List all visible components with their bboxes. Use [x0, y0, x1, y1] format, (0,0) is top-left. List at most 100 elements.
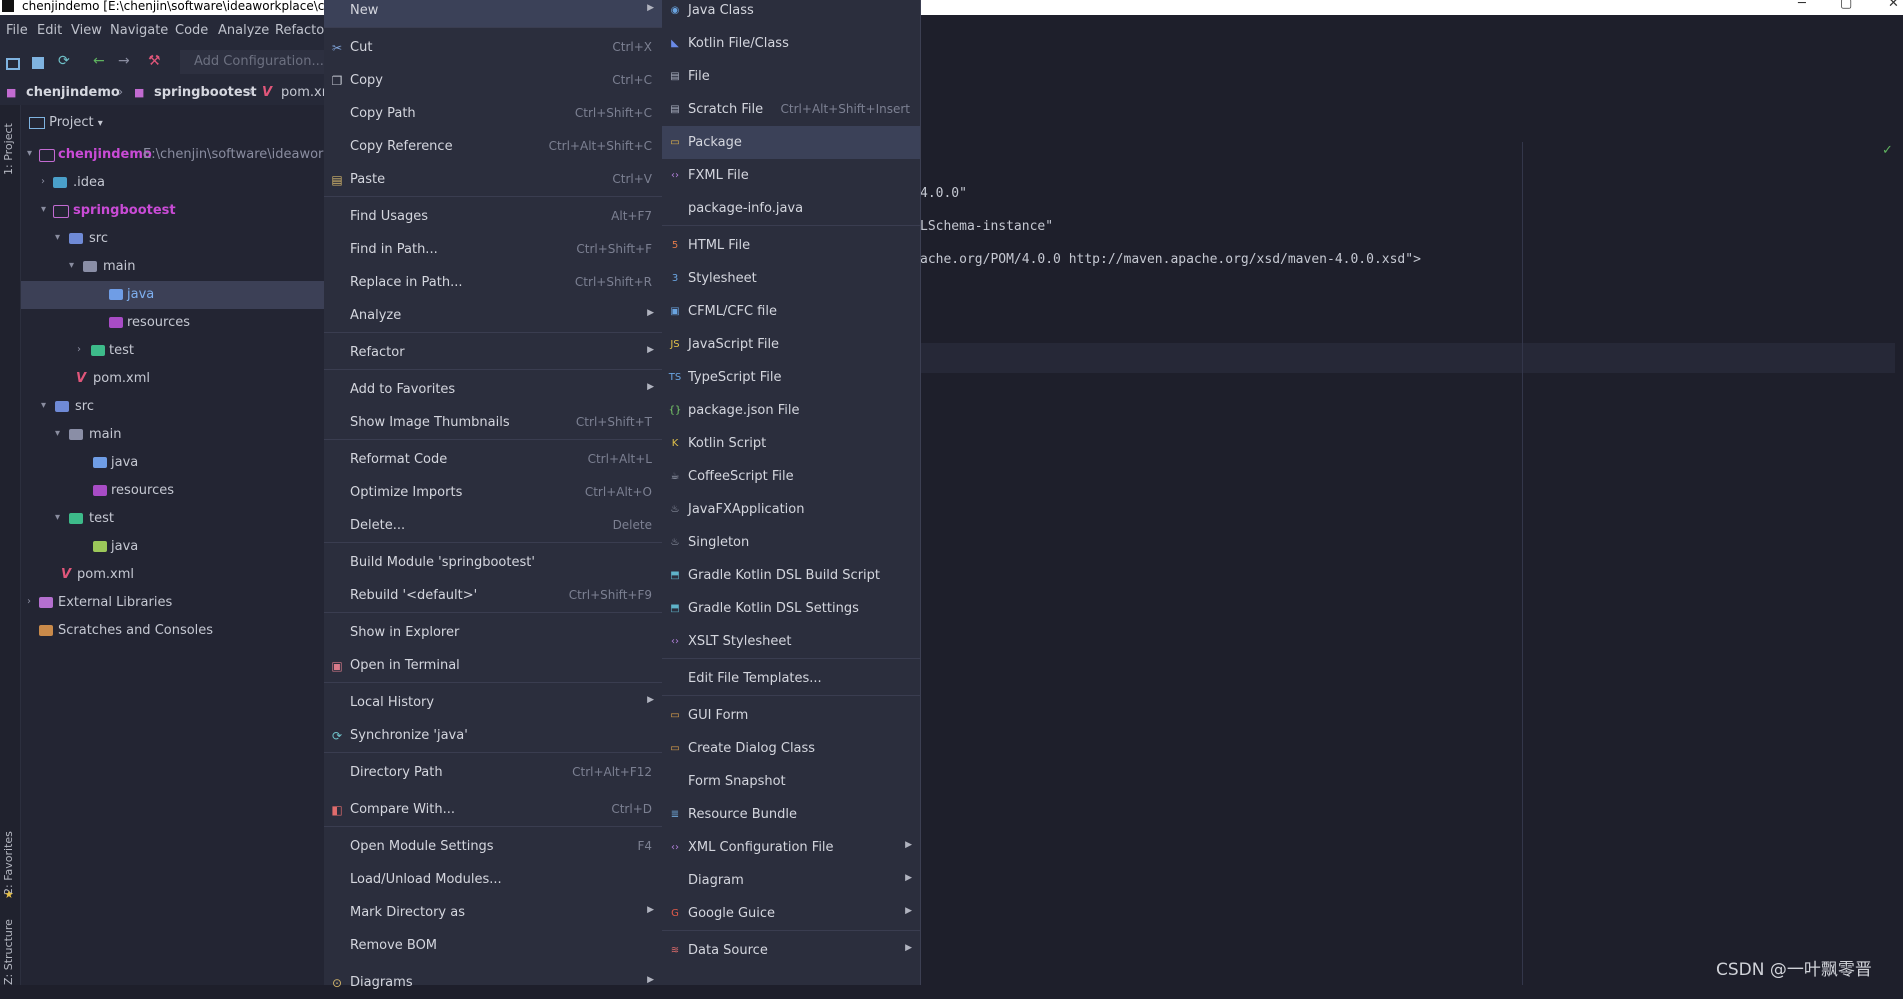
tree-node-test[interactable]: ▾ test [21, 505, 341, 533]
context-menu-item[interactable]: ▤ Paste Ctrl+V [324, 163, 662, 196]
new-submenu-item[interactable]: {} package.json File [662, 394, 920, 427]
new-submenu-item[interactable]: ▭ GUI Form [662, 699, 920, 732]
tree-node-pom[interactable]: V pom.xml [21, 561, 341, 589]
context-menu-item[interactable]: Rebuild '<default>' Ctrl+Shift+F9 [324, 579, 662, 612]
tree-node-java[interactable]: java [21, 533, 341, 561]
menu-file[interactable]: File [6, 23, 28, 38]
context-menu-item[interactable]: Remove BOM [324, 929, 662, 962]
context-menu-item[interactable]: Open Module Settings F4 [324, 830, 662, 863]
context-menu-item[interactable]: Directory Path Ctrl+Alt+F12 [324, 756, 662, 789]
tree-node-resources[interactable]: resources [21, 309, 341, 337]
new-submenu-item[interactable]: Edit File Templates... [662, 662, 920, 695]
project-tool-tab[interactable]: 1: Project [2, 123, 15, 175]
tree-node-java[interactable]: java [21, 449, 341, 477]
new-submenu-item[interactable]: package-info.java [662, 192, 920, 225]
tree-node-idea[interactable]: › .idea [21, 169, 341, 197]
forward-icon[interactable]: → [118, 53, 132, 69]
context-menu-item[interactable]: ◧ Compare With... Ctrl+D [324, 793, 662, 826]
tree-node-src[interactable]: ▾ src [21, 393, 341, 421]
context-menu-item[interactable]: Mark Directory as ▶ [324, 896, 662, 929]
new-submenu-item[interactable]: ‹› XML Configuration File ▶ [662, 831, 920, 864]
context-menu-item[interactable]: Build Module 'springbootest' [324, 546, 662, 579]
new-submenu-item[interactable]: ⬒ Gradle Kotlin DSL Build Script [662, 559, 920, 592]
new-submenu-item[interactable]: ≣ Resource Bundle [662, 798, 920, 831]
context-menu-item[interactable]: Copy Reference Ctrl+Alt+Shift+C [324, 130, 662, 163]
new-submenu-item[interactable]: ▭ Package [662, 126, 920, 159]
new-submenu-item[interactable]: ◣ Kotlin File/Class [662, 27, 920, 60]
add-configuration-button[interactable]: Add Configuration... [180, 50, 334, 74]
new-submenu-item[interactable]: ‹› XSLT Stylesheet [662, 625, 920, 658]
new-submenu-item[interactable]: Form Snapshot [662, 765, 920, 798]
context-menu-item[interactable]: ▣ Open in Terminal [324, 649, 662, 682]
context-menu-item[interactable]: Load/Unload Modules... [324, 863, 662, 896]
tree-node-resources[interactable]: resources [21, 477, 341, 505]
tree-node-chenjindemo[interactable]: ▾ chenjindemo E:\chenjin\software\ideawo… [21, 141, 343, 169]
tree-node-scratches[interactable]: Scratches and Consoles [21, 617, 341, 645]
context-menu-item[interactable]: Refactor ▶ [324, 336, 662, 369]
context-menu-item[interactable]: ❐ Copy Ctrl+C [324, 64, 662, 97]
context-menu-item[interactable]: Copy Path Ctrl+Shift+C [324, 97, 662, 130]
context-menu-item[interactable]: ✂ Cut Ctrl+X [324, 31, 662, 64]
context-menu-item[interactable]: Analyze ▶ [324, 299, 662, 332]
new-submenu-item[interactable]: ♨ JavaFXApplication [662, 493, 920, 526]
save-icon[interactable] [32, 57, 44, 69]
menu-refactor[interactable]: Refactor [275, 23, 330, 38]
menu-navigate[interactable]: Navigate [110, 23, 168, 38]
context-menu-item[interactable]: Add to Favorites ▶ [324, 373, 662, 406]
new-submenu-item[interactable]: G Google Guice ▶ [662, 897, 920, 930]
context-menu-item[interactable]: Delete... Delete [324, 509, 662, 542]
tree-node-external-libraries[interactable]: › External Libraries [21, 589, 341, 617]
back-icon[interactable]: ← [93, 53, 107, 69]
context-menu-item[interactable]: Optimize Imports Ctrl+Alt+O [324, 476, 662, 509]
tree-node-main[interactable]: ▾ main [21, 421, 341, 449]
new-submenu-item[interactable]: 5 HTML File [662, 229, 920, 262]
new-submenu-item[interactable]: ♨ Singleton [662, 526, 920, 559]
new-submenu-item[interactable]: ☕ CoffeeScript File [662, 460, 920, 493]
context-menu-item[interactable]: ⊙ Diagrams ▶ [324, 966, 662, 999]
tree-node-java-selected[interactable]: java [21, 281, 341, 309]
tree-node-src[interactable]: ▾ src [21, 225, 341, 253]
new-submenu-item[interactable]: Diagram ▶ [662, 864, 920, 897]
project-view-selector[interactable]: Project ▾ [29, 115, 103, 130]
context-menu-item[interactable]: Reformat Code Ctrl+Alt+L [324, 443, 662, 476]
new-submenu-item[interactable]: ▣ CFML/CFC file [662, 295, 920, 328]
open-folder-icon[interactable] [6, 58, 20, 70]
context-menu-item[interactable]: Find in Path... Ctrl+Shift+F [324, 233, 662, 266]
new-submenu-item[interactable]: ◉ Java Class [662, 0, 920, 27]
context-menu-item[interactable]: New ▶ [324, 0, 662, 27]
new-submenu-item[interactable]: JS JavaScript File [662, 328, 920, 361]
tree-node-main[interactable]: ▾ main [21, 253, 341, 281]
new-submenu-item[interactable]: ‹› FXML File [662, 159, 920, 192]
context-menu-item[interactable]: ⟳ Synchronize 'java' [324, 719, 662, 752]
menu-analyze[interactable]: Analyze [218, 23, 269, 38]
tree-node-springbootest[interactable]: ▾ springbootest [21, 197, 341, 225]
new-submenu-item[interactable]: TS TypeScript File [662, 361, 920, 394]
build-hammer-icon[interactable]: ⚒ [148, 53, 162, 69]
menu-code[interactable]: Code [175, 23, 208, 38]
close-icon[interactable]: ✕ [1888, 0, 1899, 10]
minimize-icon[interactable]: ─ [1798, 0, 1806, 10]
maximize-icon[interactable]: ▢ [1840, 0, 1852, 10]
new-submenu-item[interactable]: ▤ Scratch File Ctrl+Alt+Shift+Insert [662, 93, 920, 126]
new-submenu-item[interactable]: K Kotlin Script [662, 427, 920, 460]
menu-edit[interactable]: Edit [37, 23, 62, 38]
sync-icon[interactable]: ⟳ [58, 53, 72, 69]
new-submenu-item[interactable]: 3 Stylesheet [662, 262, 920, 295]
context-menu-item[interactable]: Local History ▶ [324, 686, 662, 719]
new-submenu-item[interactable]: ⬒ Gradle Kotlin DSL Settings [662, 592, 920, 625]
tree-node-pom[interactable]: V pom.xml [21, 365, 341, 393]
structure-tool-tab[interactable]: Z: Structure [2, 919, 15, 985]
context-menu-item[interactable]: Show Image Thumbnails Ctrl+Shift+T [324, 406, 662, 439]
breadcrumb-chenjindemo[interactable]: chenjindemo [26, 85, 120, 100]
context-menu-item[interactable]: Show in Explorer [324, 616, 662, 649]
new-submenu-item[interactable]: ≋ Data Source ▶ [662, 934, 920, 967]
editor-area[interactable]: ✓ 4.0.0" LSchema-instance" ache.org/POM/… [920, 15, 1903, 985]
context-menu-item[interactable]: Replace in Path... Ctrl+Shift+R [324, 266, 662, 299]
breadcrumb-springbootest[interactable]: springbootest [154, 85, 257, 100]
new-submenu-item[interactable]: ▭ Create Dialog Class [662, 732, 920, 765]
tree-node-test[interactable]: › test [21, 337, 341, 365]
new-submenu-item[interactable]: ▤ File [662, 60, 920, 93]
menu-view[interactable]: View [71, 23, 102, 38]
favorites-tool-tab[interactable]: 2: Favorites [2, 831, 15, 895]
context-menu-item[interactable]: Find Usages Alt+F7 [324, 200, 662, 233]
